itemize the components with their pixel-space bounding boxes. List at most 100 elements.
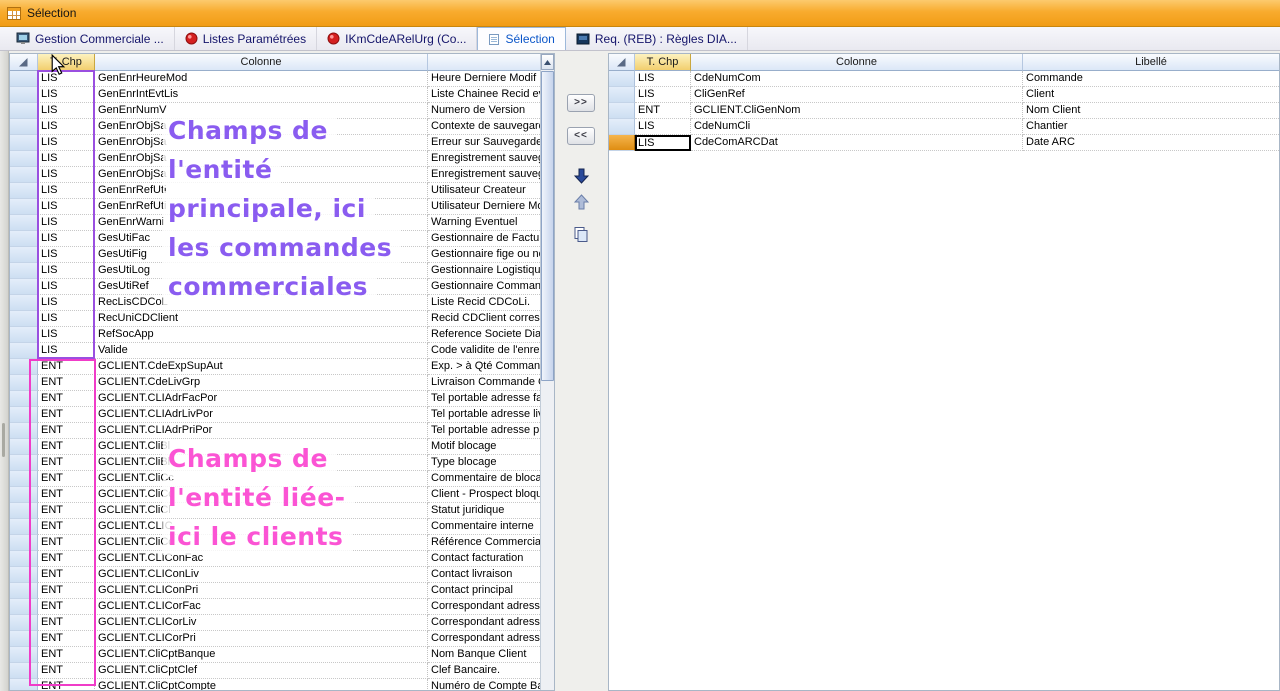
row-selector-cell[interactable] [10,583,38,599]
row-selector-cell[interactable] [10,103,38,119]
field-type-cell[interactable]: ENT [38,535,95,551]
field-type-cell[interactable]: LIS [38,103,95,119]
available-field-row[interactable]: ENTGCLIENT.CLIAdrFacPorTel portable adre… [10,391,554,407]
column-name-cell[interactable]: GenEnrNumV [95,103,428,119]
label-cell[interactable]: Contact principal [428,583,540,599]
selected-field-row[interactable]: ENTGCLIENT.CliGenNomNom Client [609,103,1279,119]
field-type-cell[interactable]: ENT [38,599,95,615]
column-name-cell[interactable]: CdeComARCDat [691,135,1023,151]
field-type-cell[interactable]: ENT [38,503,95,519]
column-name-cell[interactable]: GCLIENT.CliCc [95,487,428,503]
row-selector-cell[interactable] [10,391,38,407]
available-field-row[interactable]: LISGenEnrHeureModHeure Derniere Modif [10,71,554,87]
row-selector-cell[interactable] [10,439,38,455]
field-type-cell[interactable]: ENT [635,103,691,119]
column-name-cell[interactable]: CdeNumCom [691,71,1023,87]
row-selector-cell[interactable] [609,103,635,119]
column-name-cell[interactable]: Valide [95,343,428,359]
label-cell[interactable]: Correspondant adresse [428,599,540,615]
tab-selection[interactable]: Sélection [477,27,565,50]
column-header-tchp[interactable]: T. Chp [635,54,691,71]
label-cell[interactable]: Correspondant adresse [428,631,540,647]
move-down-button[interactable] [570,166,592,186]
row-selector-cell[interactable] [10,375,38,391]
column-name-cell[interactable]: GCLIENT.CdeExpSupAut [95,359,428,375]
label-cell[interactable]: Commentaire de blocag [428,471,540,487]
available-field-row[interactable]: LISGesUtiFigGestionnaire fige ou nor [10,247,554,263]
available-field-row[interactable]: LISValideCode validite de l'enregi [10,343,554,359]
label-cell[interactable]: Heure Derniere Modif [428,71,540,87]
column-name-cell[interactable]: GesUtiLog [95,263,428,279]
column-name-cell[interactable]: CdeNumCli [691,119,1023,135]
tab-req-regles-dia[interactable]: Req. (REB) : Règles DIA... [566,27,748,50]
field-type-cell[interactable]: ENT [38,519,95,535]
label-cell[interactable]: Liste Recid CDCoLi. [428,295,540,311]
available-field-row[interactable]: LISGesUtiLogGestionnaire Logistique [10,263,554,279]
field-type-cell[interactable]: LIS [38,295,95,311]
select-all-corner[interactable] [609,54,635,71]
row-selector-cell[interactable] [10,407,38,423]
field-type-cell[interactable]: LIS [38,343,95,359]
label-cell[interactable]: Utilisateur Derniere Mod [428,199,540,215]
label-cell[interactable]: Enregistrement sauvega [428,151,540,167]
column-name-cell[interactable]: GCLIENT.CLIConFac [95,551,428,567]
column-name-cell[interactable]: GCLIENT.CLICorLiv [95,615,428,631]
field-type-cell[interactable]: LIS [38,263,95,279]
field-type-cell[interactable]: ENT [38,391,95,407]
tab-listes-parametrees[interactable]: Listes Paramétrées [175,27,317,50]
vertical-scrollbar[interactable] [540,54,554,690]
available-field-row[interactable]: ENTGCLIENT.CLICCommentaire interne [10,519,554,535]
column-name-cell[interactable]: GCLIENT.CliBl [95,455,428,471]
move-all-right-button[interactable]: >> [567,94,595,112]
field-type-cell[interactable]: ENT [38,679,95,691]
field-type-cell[interactable]: LIS [38,87,95,103]
selected-field-row[interactable]: LISCliGenRefClient [609,87,1279,103]
label-cell[interactable]: Date ARC [1023,135,1279,151]
label-cell[interactable]: Gestionnaire de Factura [428,231,540,247]
column-header-libelle[interactable]: Libellé [1023,54,1279,71]
label-cell[interactable]: Warning Eventuel [428,215,540,231]
row-selector-cell[interactable] [609,119,635,135]
row-selector-cell[interactable] [10,647,38,663]
label-cell[interactable]: Contexte de sauvegarde [428,119,540,135]
column-name-cell[interactable]: GesUtiRef [95,279,428,295]
available-field-row[interactable]: ENTGCLIENT.CLICorLivCorrespondant adress… [10,615,554,631]
available-field-row[interactable]: ENTGCLIENT.CliClStatut juridique [10,503,554,519]
row-selector-cell[interactable] [10,151,38,167]
row-selector-cell[interactable] [10,519,38,535]
column-name-cell[interactable]: GCLIENT.CliCptBanque [95,647,428,663]
available-field-row[interactable]: LISGenEnrObjSaEnregistrement sauvega [10,151,554,167]
label-cell[interactable]: Liste Chainee Recid evt [428,87,540,103]
label-cell[interactable]: Client [1023,87,1279,103]
available-field-row[interactable]: LISGenEnrObjSaErreur sur Sauvegarde c [10,135,554,151]
column-name-cell[interactable]: GCLIENT.CliCc [95,535,428,551]
copy-button[interactable] [570,224,592,244]
column-name-cell[interactable]: GCLIENT.CLIC [95,519,428,535]
field-type-cell[interactable]: LIS [38,311,95,327]
field-type-cell[interactable]: ENT [38,375,95,391]
column-name-cell[interactable]: GenEnrWarni [95,215,428,231]
column-name-cell[interactable]: GCLIENT.CLICorPri [95,631,428,647]
available-field-row[interactable]: LISGesUtiRefGestionnaire Commande [10,279,554,295]
field-type-cell[interactable]: LIS [635,87,691,103]
label-cell[interactable]: Commande [1023,71,1279,87]
row-selector-cell[interactable] [10,135,38,151]
field-type-cell[interactable]: ENT [38,663,95,679]
left-panel-splitter[interactable] [0,51,9,691]
scroll-up-button[interactable] [541,54,554,70]
available-field-row[interactable]: ENTGCLIENT.CliCcCommentaire de blocag [10,471,554,487]
field-type-cell[interactable]: ENT [38,439,95,455]
column-name-cell[interactable]: GenEnrHeureMod [95,71,428,87]
column-name-cell[interactable]: GCLIENT.CLIAdrPriPor [95,423,428,439]
row-selector-cell[interactable] [10,215,38,231]
available-field-row[interactable]: ENTGCLIENT.CdeExpSupAutExp. > à Qté Comm… [10,359,554,375]
label-cell[interactable]: Exp. > à Qté Commandé [428,359,540,375]
label-cell[interactable]: Chantier [1023,119,1279,135]
column-name-cell[interactable]: GCLIENT.CLIConPri [95,583,428,599]
available-field-row[interactable]: LISGenEnrNumVNumero de Version [10,103,554,119]
label-cell[interactable]: Contact facturation [428,551,540,567]
column-name-cell[interactable]: GCLIENT.CLICorFac [95,599,428,615]
row-selector-cell[interactable] [10,295,38,311]
label-cell[interactable]: Tel portable adresse fac [428,391,540,407]
move-all-left-button[interactable]: << [567,127,595,145]
